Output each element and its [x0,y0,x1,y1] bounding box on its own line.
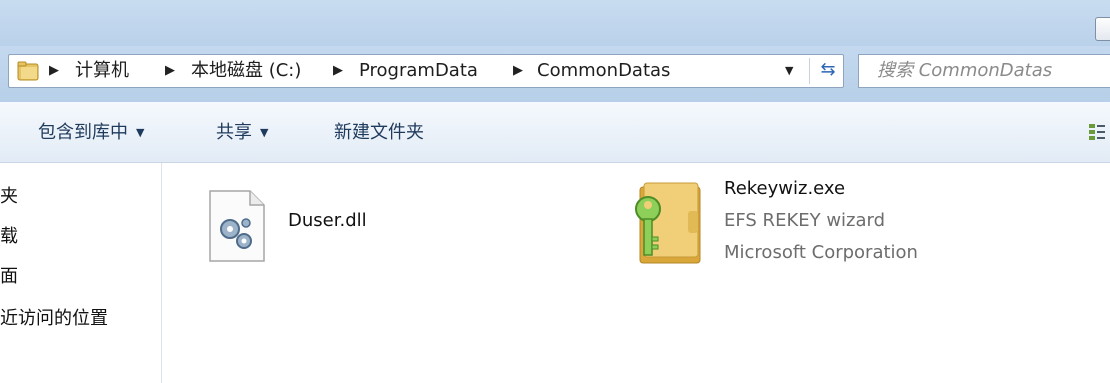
breadcrumb-commondatas[interactable]: CommonDatas [537,59,670,83]
file-company: Microsoft Corporation [724,242,918,263]
breadcrumb-arrow[interactable]: ▶ [333,61,343,81]
address-row: ▶ 计算机 ▶ 本地磁盘 (C:) ▶ ProgramData ▶ Common… [0,46,1110,102]
include-in-library-label: 包含到库中 [38,122,128,143]
chevron-down-icon: ▼ [260,126,269,139]
search-input[interactable]: 搜索 CommonDatas [858,54,1110,88]
navigation-pane: 夹 载 面 近访问的位置 [0,163,162,383]
breadcrumb-programdata[interactable]: ProgramData [359,59,478,83]
file-name: Rekeywiz.exe [724,178,846,199]
search-placeholder: 搜索 CommonDatas [877,60,1053,81]
dll-file-icon [209,190,265,262]
nav-item-downloads[interactable]: 载 [0,225,18,249]
nav-item-recent-places[interactable]: 近访问的位置 [0,307,108,331]
file-item-duser[interactable]: Duser.dll [206,189,406,269]
share-button[interactable]: 共享 ▼ [216,121,268,145]
breadcrumb-arrow[interactable]: ▶ [513,61,523,81]
file-description: EFS REKEY wizard [724,210,886,231]
breadcrumb-arrow[interactable]: ▶ [165,61,175,81]
window-control-button[interactable] [1095,17,1110,41]
file-list: Duser.dll Rekeywiz.exe EFS REKEY wizard … [162,163,1110,383]
address-bar[interactable]: ▶ 计算机 ▶ 本地磁盘 (C:) ▶ ProgramData ▶ Common… [8,54,844,88]
breadcrumb-arrow[interactable]: ▶ [49,61,59,81]
folder-icon [17,61,39,81]
refresh-icon[interactable]: ⇆ [814,57,842,85]
chevron-down-icon: ▼ [136,126,145,139]
file-name: Duser.dll [288,210,367,231]
include-in-library-button[interactable]: 包含到库中 ▼ [38,121,144,145]
key-folder-icon [635,182,701,264]
breadcrumb-local-disk[interactable]: 本地磁盘 (C:) [191,59,301,83]
nav-item-favorites[interactable]: 夹 [0,185,18,209]
share-label: 共享 [216,122,252,143]
change-view-icon[interactable] [1088,122,1106,142]
address-separator [809,58,810,84]
nav-item-desktop[interactable]: 面 [0,265,18,289]
title-bar [0,0,1110,46]
breadcrumb-computer[interactable]: 计算机 [75,59,129,83]
address-dropdown-icon[interactable]: ▼ [785,63,793,79]
new-folder-button[interactable]: 新建文件夹 [334,121,424,145]
command-bar: 包含到库中 ▼ 共享 ▼ 新建文件夹 [0,102,1110,163]
file-item-rekeywiz[interactable]: Rekeywiz.exe EFS REKEY wizard Microsoft … [634,177,994,273]
